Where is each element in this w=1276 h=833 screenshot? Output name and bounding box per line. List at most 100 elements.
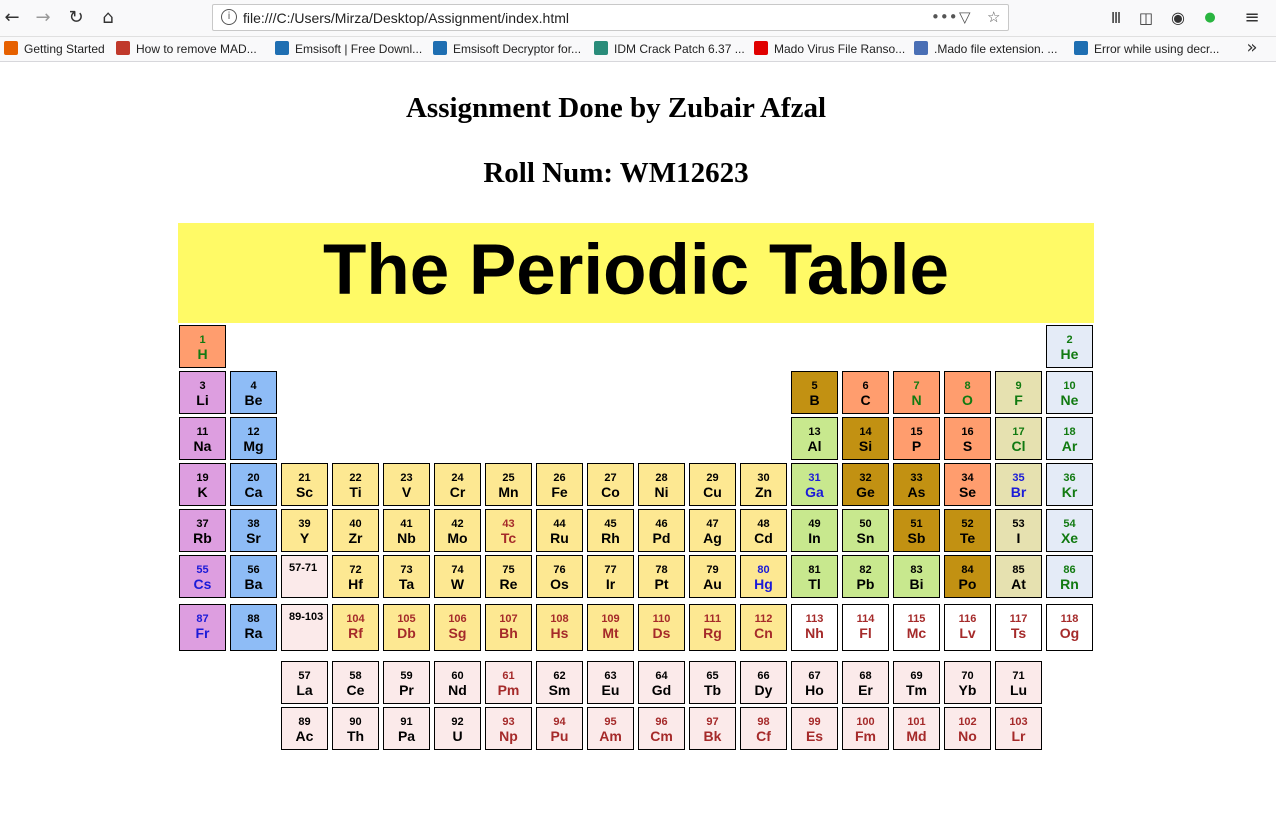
whatsapp-icon[interactable]: ● — [1198, 6, 1222, 30]
bookmark-item[interactable]: Error while using decr... — [1074, 40, 1219, 58]
atomic-number: 67 — [808, 670, 821, 682]
element-cell: 115 Mc — [893, 604, 940, 651]
sidebar-icon[interactable]: ◫ — [1134, 6, 1158, 30]
element-symbol: Pa — [397, 728, 416, 744]
element-symbol: Se — [958, 484, 977, 500]
element-symbol: Br — [1010, 484, 1027, 500]
element-symbol: Lr — [1011, 728, 1026, 744]
home-icon[interactable]: ⌂ — [96, 6, 120, 30]
atomic-number: 44 — [553, 518, 566, 530]
atomic-number: 28 — [655, 472, 668, 484]
atomic-number: 29 — [706, 472, 719, 484]
element-symbol: Np — [499, 728, 518, 744]
atomic-number: 62 — [553, 670, 566, 682]
element-symbol: Sn — [856, 530, 875, 546]
element-symbol: S — [962, 438, 973, 454]
bookmark-star-icon[interactable]: ☆ — [987, 8, 1000, 26]
element-cell: 41 Nb — [383, 509, 430, 552]
element-symbol: Cu — [703, 484, 722, 500]
element-cell: 42 Mo — [434, 509, 481, 552]
element-cell: 24 Cr — [434, 463, 481, 506]
atomic-number: 26 — [553, 472, 566, 484]
placeholder-cell: 57-71 — [281, 555, 328, 598]
menu-icon[interactable]: ≡ — [1240, 6, 1264, 30]
element-cell: 49 In — [791, 509, 838, 552]
element-cell: 71 Lu — [995, 661, 1042, 704]
atomic-number: 111 — [703, 613, 722, 625]
bookmark-item[interactable]: IDM Crack Patch 6.37 ... — [594, 40, 745, 58]
element-symbol: Hf — [348, 576, 363, 592]
atomic-number: 38 — [247, 518, 260, 530]
bookmark-item[interactable]: How to remove MAD... — [116, 40, 257, 58]
element-symbol: Os — [550, 576, 569, 592]
account-icon[interactable]: ◉ — [1166, 6, 1190, 30]
element-symbol: P — [911, 438, 922, 454]
element-symbol: Sr — [246, 530, 261, 546]
element-cell: 25 Mn — [485, 463, 532, 506]
bookmark-item[interactable]: Getting Started — [4, 40, 105, 58]
element-cell: 36 Kr — [1046, 463, 1093, 506]
atomic-number: 1 — [199, 334, 206, 346]
element-cell: 9F — [995, 371, 1042, 414]
atomic-number: 74 — [451, 564, 464, 576]
element-cell: 61 Pm — [485, 661, 532, 704]
element-cell: 105 Db — [383, 604, 430, 651]
element-symbol: Rb — [193, 530, 212, 546]
atomic-number: 71 — [1012, 670, 1025, 682]
element-cell: 33 As — [893, 463, 940, 506]
element-symbol: Og — [1059, 625, 1080, 641]
element-symbol: Bh — [499, 625, 518, 641]
forward-icon[interactable]: → — [31, 6, 55, 30]
page-actions-icon[interactable]: ••• — [931, 8, 958, 26]
back-icon[interactable]: ← — [0, 6, 24, 30]
element-cell: 89 Ac — [281, 707, 328, 750]
element-symbol: Sg — [448, 625, 467, 641]
bookmark-item[interactable]: Emsisoft | Free Downl... — [275, 40, 422, 58]
element-symbol: Sb — [907, 530, 926, 546]
bookmark-item[interactable]: .Mado file extension. ... — [914, 40, 1057, 58]
atomic-number: 31 — [808, 472, 821, 484]
atomic-number: 70 — [961, 670, 974, 682]
element-symbol: Ts — [1010, 625, 1027, 641]
element-symbol: Th — [346, 728, 365, 744]
element-symbol: Zn — [754, 484, 773, 500]
element-cell: 37 Rb — [179, 509, 226, 552]
atomic-number: 2 — [1066, 334, 1073, 346]
pocket-icon[interactable]: ▽ — [959, 8, 971, 26]
element-cell: 64 Gd — [638, 661, 685, 704]
atomic-number: 101 — [907, 716, 926, 728]
element-cell: 60 Nd — [434, 661, 481, 704]
element-symbol: Bk — [703, 728, 722, 744]
element-cell: 10 Ne — [1046, 371, 1093, 414]
element-cell: 46 Pd — [638, 509, 685, 552]
element-cell: 94 Pu — [536, 707, 583, 750]
atomic-number: 83 — [910, 564, 923, 576]
atomic-number: 25 — [502, 472, 515, 484]
element-symbol: Xe — [1060, 530, 1079, 546]
element-symbol: Tc — [500, 530, 517, 546]
info-icon[interactable]: i — [221, 9, 237, 25]
element-symbol: Rn — [1060, 576, 1079, 592]
element-symbol: Ar — [1061, 438, 1078, 454]
bookmark-item[interactable]: Emsisoft Decryptor for... — [433, 40, 581, 58]
atomic-number: 89 — [298, 716, 311, 728]
element-cell: 109 Mt — [587, 604, 634, 651]
element-symbol: Dy — [754, 682, 773, 698]
bookmark-item[interactable]: Mado Virus File Ranso... — [754, 40, 905, 58]
shield-icon — [1074, 41, 1088, 55]
url-text[interactable]: file:///C:/Users/Mirza/Desktop/Assignmen… — [243, 10, 569, 26]
reload-icon[interactable]: ↻ — [64, 6, 88, 30]
atomic-number: 57 — [298, 670, 311, 682]
library-icon[interactable]: Ⅲ — [1104, 6, 1128, 30]
atomic-number: 11 — [196, 426, 209, 438]
element-cell: 111 Rg — [689, 604, 736, 651]
element-symbol: B — [809, 392, 820, 408]
element-symbol: Cl — [1011, 438, 1026, 454]
overflow-chevron-icon[interactable]: » — [1240, 36, 1264, 60]
site-icon — [914, 41, 928, 55]
url-bar[interactable]: i file:///C:/Users/Mirza/Desktop/Assignm… — [212, 4, 1009, 31]
element-cell: 3 Li — [179, 371, 226, 414]
element-cell: 106 Sg — [434, 604, 481, 651]
element-symbol: Na — [193, 438, 212, 454]
atomic-number: 6 — [862, 380, 869, 392]
